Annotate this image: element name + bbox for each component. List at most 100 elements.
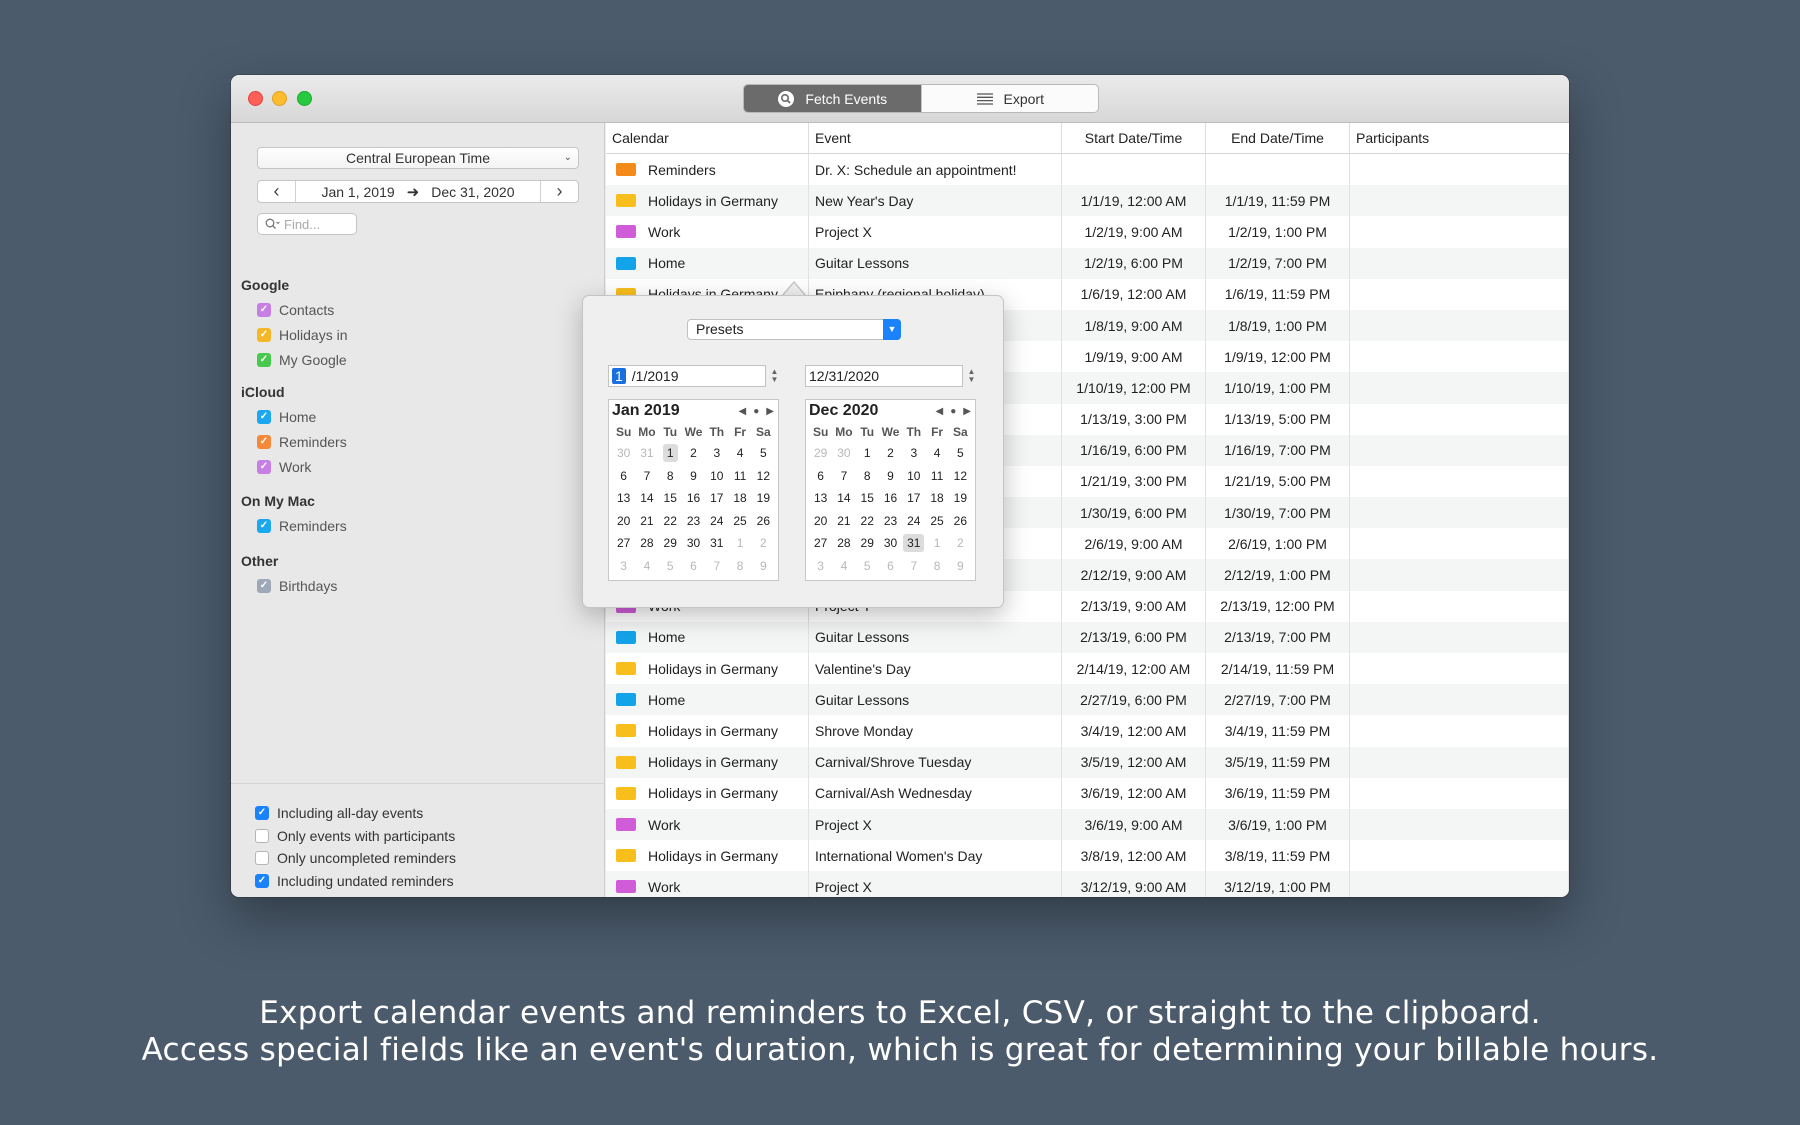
calendar-day[interactable]: 31: [705, 532, 728, 555]
table-row[interactable]: Work Project X 1/2/19, 9:00 AM 1/2/19, 1:00…: [606, 216, 1569, 248]
calendar-day[interactable]: 3: [809, 555, 832, 578]
calendar-day[interactable]: 13: [612, 487, 635, 510]
calendar-day[interactable]: 7: [635, 465, 658, 488]
calendar-day[interactable]: 7: [902, 555, 925, 578]
calendar-day[interactable]: 16: [682, 487, 705, 510]
calendar-day[interactable]: 16: [879, 487, 902, 510]
calendar-day[interactable]: 3: [612, 555, 635, 578]
calendar-checkbox[interactable]: ✓: [257, 434, 271, 449]
calendar-day[interactable]: 21: [635, 510, 658, 533]
calendar-day[interactable]: 1: [659, 442, 682, 465]
previous-range-button[interactable]: ‹: [258, 181, 296, 202]
calendar-day[interactable]: 13: [809, 487, 832, 510]
calendar-checkbox[interactable]: ✓: [257, 302, 271, 317]
calendar-day[interactable]: 9: [682, 465, 705, 488]
end-date-stepper[interactable]: ▲ ▼: [966, 365, 977, 387]
calendar-day[interactable]: 20: [809, 510, 832, 533]
option-checkbox[interactable]: [255, 828, 269, 843]
calendar-day[interactable]: 19: [949, 487, 972, 510]
calendar-day[interactable]: 1: [925, 532, 948, 555]
next-month-icon[interactable]: ▶: [766, 406, 774, 417]
calendar-day[interactable]: 9: [752, 555, 775, 578]
option-checkbox[interactable]: [255, 851, 269, 866]
presets-popup[interactable]: Presets ▼: [687, 319, 901, 340]
next-month-icon[interactable]: ▶: [963, 406, 971, 417]
calendar-day[interactable]: 3: [705, 442, 728, 465]
calendar-day[interactable]: 5: [856, 555, 879, 578]
table-row[interactable]: Holidays in Germany Shrove Monday 3/4/19, …: [606, 715, 1569, 747]
next-range-button[interactable]: ›: [540, 181, 578, 202]
zoom-window-button[interactable]: [297, 91, 312, 106]
calendar-day[interactable]: 26: [752, 510, 775, 533]
calendar-day[interactable]: 8: [659, 465, 682, 488]
calendar-day[interactable]: 24: [705, 510, 728, 533]
calendar-day[interactable]: 4: [635, 555, 658, 578]
calendar-day[interactable]: 31: [902, 532, 925, 555]
prev-month-icon[interactable]: ◀: [936, 406, 944, 417]
calendar-day[interactable]: 29: [856, 532, 879, 555]
date-range-display[interactable]: Jan 1, 2019 ➜ Dec 31, 2020: [296, 181, 540, 202]
calendar-day[interactable]: 30: [682, 532, 705, 555]
calendar-checkbox[interactable]: ✓: [257, 327, 271, 342]
calendar-day[interactable]: 9: [879, 465, 902, 488]
calendar-item-home[interactable]: ✓ Home: [241, 404, 361, 429]
option-with-participants[interactable]: Only events with participants: [255, 825, 605, 848]
calendar-checkbox[interactable]: ✓: [257, 459, 271, 474]
calendar-day[interactable]: 26: [949, 510, 972, 533]
calendar-day[interactable]: 8: [856, 465, 879, 488]
end-date-field[interactable]: 12/31/2020: [805, 365, 963, 387]
calendar-day[interactable]: 9: [949, 555, 972, 578]
calendar-day[interactable]: 27: [612, 532, 635, 555]
calendar-day[interactable]: 17: [902, 487, 925, 510]
start-date-stepper[interactable]: ▲ ▼: [769, 365, 780, 387]
option-undated-reminders[interactable]: ✓ Including undated reminders: [255, 870, 605, 893]
today-dot-icon[interactable]: ●: [950, 406, 956, 417]
calendar-item-mac-reminders[interactable]: ✓ Reminders: [241, 513, 361, 538]
header-start[interactable]: Start Date/Time: [1062, 123, 1206, 153]
calendar-day[interactable]: 14: [832, 487, 855, 510]
table-row[interactable]: Holidays in Germany New Year's Day 1/1/19,…: [606, 185, 1569, 217]
calendar-day[interactable]: 7: [705, 555, 728, 578]
calendar-day[interactable]: 23: [879, 510, 902, 533]
today-dot-icon[interactable]: ●: [753, 406, 759, 417]
calendar-day[interactable]: 17: [705, 487, 728, 510]
close-window-button[interactable]: [248, 91, 263, 106]
calendar-checkbox[interactable]: ✓: [257, 578, 271, 593]
calendar-day[interactable]: 3: [902, 442, 925, 465]
calendar-day[interactable]: 31: [635, 442, 658, 465]
option-checkbox[interactable]: ✓: [255, 873, 269, 888]
calendar-day[interactable]: 22: [659, 510, 682, 533]
calendar-day[interactable]: 19: [752, 487, 775, 510]
calendar-item-work[interactable]: ✓ Work: [241, 454, 361, 479]
calendar-day[interactable]: 2: [949, 532, 972, 555]
option-uncompleted-reminders[interactable]: Only uncompleted reminders: [255, 847, 605, 870]
calendar-item-contacts[interactable]: ✓ Contacts: [241, 297, 361, 322]
calendar-day[interactable]: 14: [635, 487, 658, 510]
table-row[interactable]: Holidays in Germany International Women's…: [606, 840, 1569, 872]
calendar-day[interactable]: 30: [879, 532, 902, 555]
table-row[interactable]: Home Guitar Lessons 2/13/19, 6:00 PM 2/13/1…: [606, 621, 1569, 653]
calendar-item-reminders[interactable]: ✓ Reminders: [241, 429, 361, 454]
calendar-day[interactable]: 5: [659, 555, 682, 578]
calendar-day[interactable]: 2: [879, 442, 902, 465]
calendar-day[interactable]: 29: [809, 442, 832, 465]
calendar-day[interactable]: 8: [728, 555, 751, 578]
calendar-day[interactable]: 1: [856, 442, 879, 465]
search-field[interactable]: Find...: [257, 213, 357, 235]
calendar-day[interactable]: 6: [682, 555, 705, 578]
table-row[interactable]: Holidays in Germany Carnival/Ash Wednesda…: [606, 777, 1569, 809]
calendar-day[interactable]: 11: [728, 465, 751, 488]
timezone-popup[interactable]: Central European Time ⌄: [257, 147, 579, 169]
calendar-day[interactable]: 18: [728, 487, 751, 510]
option-checkbox[interactable]: ✓: [255, 806, 269, 821]
calendar-day[interactable]: 2: [752, 532, 775, 555]
calendar-day[interactable]: 23: [682, 510, 705, 533]
calendar-item-holidays[interactable]: ✓ Holidays in: [241, 322, 361, 347]
header-end[interactable]: End Date/Time: [1206, 123, 1350, 153]
calendar-day[interactable]: 6: [879, 555, 902, 578]
export-tab[interactable]: Export: [920, 85, 1099, 112]
header-event[interactable]: Event: [809, 123, 1062, 153]
calendar-day[interactable]: 18: [925, 487, 948, 510]
calendar-checkbox[interactable]: ✓: [257, 518, 271, 533]
table-row[interactable]: Holidays in Germany Valentine's Day 2/14/1…: [606, 653, 1569, 685]
